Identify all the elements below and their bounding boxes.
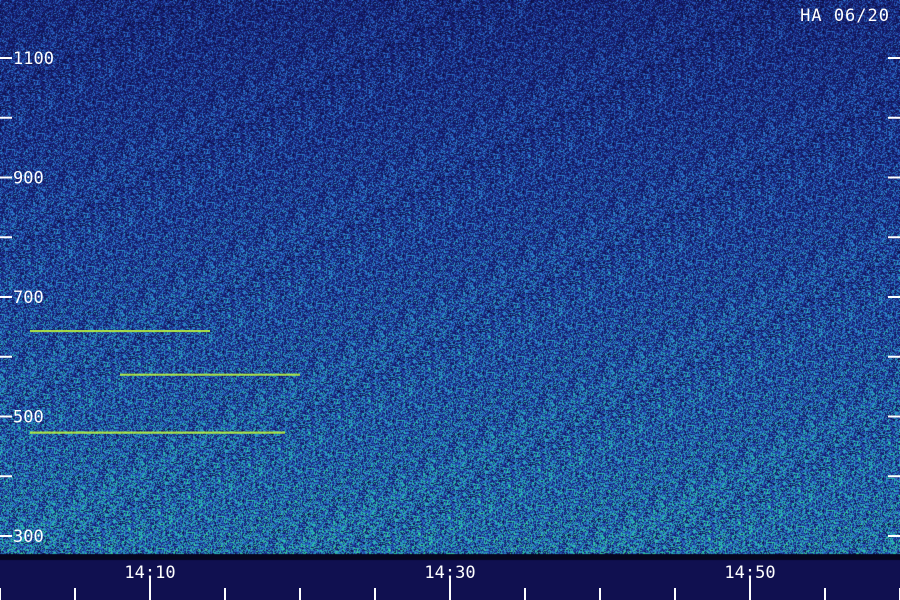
spectrogram-heatmap	[0, 0, 900, 600]
spectrogram-display: 300 500 700 900 1100 14:10 14:30 14:50 HA 06/20	[0, 0, 900, 600]
station-date-stamp: HA 06/20	[800, 6, 890, 26]
